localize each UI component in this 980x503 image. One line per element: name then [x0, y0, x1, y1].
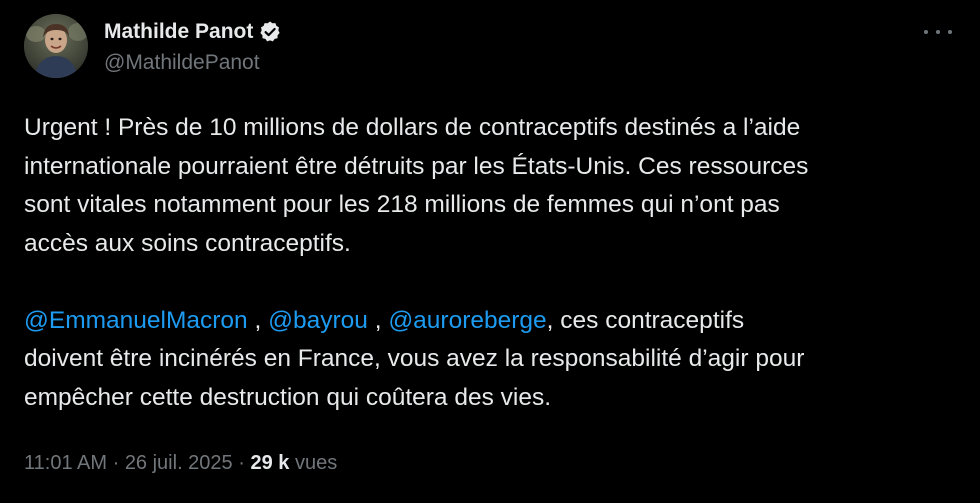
tweet-line: sont vitales notamment pour les 218 mill… [24, 191, 780, 218]
tweet-line: accès aux soins contraceptifs. [24, 229, 351, 257]
views-label: vues [289, 452, 338, 474]
mention-separator: , [367, 306, 389, 334]
mention-link-emmanuelmacron[interactable]: @EmmanuelMacron [24, 307, 248, 334]
more-dot [936, 30, 940, 34]
meta-separator: · [107, 452, 125, 474]
tweet-text: Urgent ! Près de 10 millions de dollars … [24, 109, 960, 417]
more-dot [948, 30, 952, 34]
tweet-line: empêcher cette destruction qui coûtera d… [24, 383, 552, 411]
meta-separator: · [232, 452, 251, 474]
mentions-line: @EmmanuelMacron , @bayrou , @auroreberge… [24, 302, 960, 341]
mention-link-bayrou[interactable]: @bayrou [268, 307, 368, 334]
tweet-line: Urgent ! Près de 10 millions de dollars … [24, 114, 801, 141]
mention-tail: , ces contraceptifs [546, 306, 745, 334]
tweet-card: Mathilde Panot @MathildePanot Urgent ! P… [0, 0, 980, 503]
mention-separator: , [247, 306, 269, 334]
avatar-image [24, 14, 88, 78]
tweet-line: internationale pourraient être détruits … [24, 152, 809, 180]
tweet-line: doivent être incinérés en France, vous a… [24, 345, 805, 372]
avatar[interactable] [24, 14, 88, 78]
author-handle[interactable]: @MathildePanot [104, 51, 260, 75]
tweet-time[interactable]: 11:01 AM [24, 452, 107, 475]
mention-link-auroreberge[interactable]: @auroreberge [388, 307, 546, 334]
views-count: 29 k [250, 452, 290, 474]
more-options-icon[interactable] [924, 22, 952, 42]
tweet-date[interactable]: 26 juil. 2025 [125, 452, 233, 475]
author-name-row: Mathilde Panot [104, 18, 282, 46]
more-dot [924, 30, 928, 34]
tweet-meta: 11:01 AM · 26 juil. 2025 · 29 k vues [24, 452, 337, 475]
verified-badge-icon[interactable] [258, 20, 282, 44]
author-display-name[interactable]: Mathilde Panot [104, 20, 253, 44]
